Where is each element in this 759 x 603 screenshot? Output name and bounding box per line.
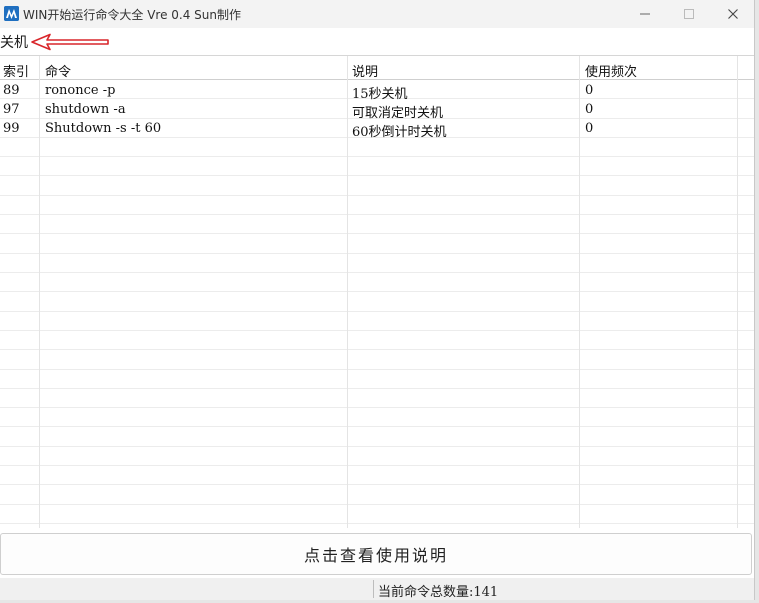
red-arrow-icon — [31, 33, 109, 51]
app-window: WIN开始运行命令大全 Vre 0.4 Sun制作 索引 命令 说明 使用频次 … — [0, 0, 755, 600]
column-header-index[interactable]: 索引 — [3, 61, 29, 80]
search-input[interactable] — [0, 31, 32, 53]
row-command: shutdown -a — [45, 102, 126, 117]
help-button[interactable]: 点击查看使用说明 — [0, 533, 752, 575]
close-button[interactable] — [710, 0, 756, 28]
row-index: 89 — [3, 83, 20, 98]
minimize-icon — [640, 13, 650, 15]
row-frequency: 0 — [585, 121, 594, 136]
table-header: 索引 命令 说明 使用频次 — [0, 56, 754, 80]
minimize-button[interactable] — [622, 0, 668, 28]
title-bar[interactable]: WIN开始运行命令大全 Vre 0.4 Sun制作 — [0, 0, 754, 28]
row-frequency: 0 — [585, 102, 594, 117]
row-description: 15秒关机 — [352, 87, 408, 102]
command-table: 索引 命令 说明 使用频次 89 rononce -p 15秒关机 0 97 s… — [0, 56, 754, 528]
column-header-frequency[interactable]: 使用频次 — [585, 61, 637, 80]
row-frequency: 0 — [585, 83, 594, 98]
status-divider — [373, 580, 374, 598]
search-bar — [0, 29, 754, 56]
app-logo-icon — [4, 6, 19, 21]
row-command: Shutdown -s -t 60 — [45, 121, 162, 136]
row-index: 97 — [3, 102, 20, 117]
column-header-description[interactable]: 说明 — [352, 61, 378, 80]
row-command: rononce -p — [45, 83, 116, 98]
row-description: 60秒倒计时关机 — [352, 125, 447, 140]
close-icon — [728, 9, 738, 19]
status-bar: 当前命令总数量:141 — [0, 578, 754, 600]
command-count-status: 当前命令总数量:141 — [378, 585, 499, 600]
maximize-icon — [684, 9, 694, 19]
maximize-button[interactable] — [666, 0, 712, 28]
window-title: WIN开始运行命令大全 Vre 0.4 Sun制作 — [23, 8, 241, 22]
row-index: 99 — [3, 121, 20, 136]
column-header-command[interactable]: 命令 — [45, 61, 71, 80]
row-description: 可取消定时关机 — [352, 106, 444, 121]
